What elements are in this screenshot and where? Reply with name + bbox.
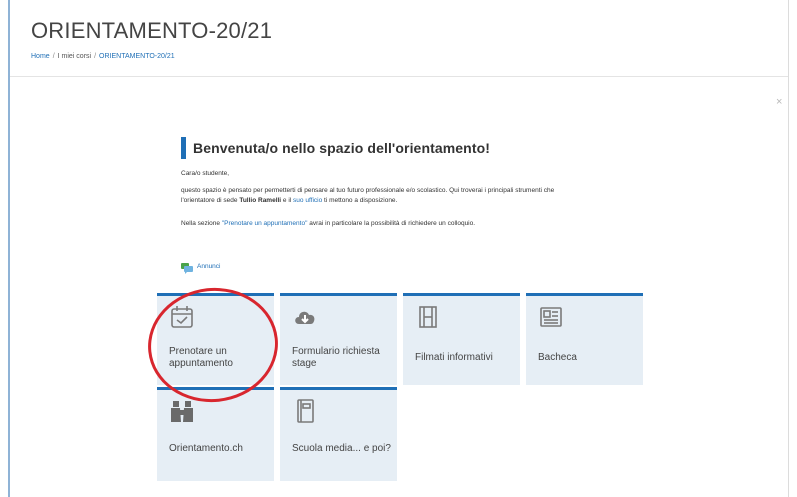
- window-left-border: [8, 0, 10, 497]
- cloud-download-icon: [292, 304, 318, 330]
- intro-line-3-prefix: Nella sezione: [181, 220, 222, 227]
- office-link[interactable]: suo ufficio: [293, 197, 322, 204]
- intro-line-1: questo spazio è pensato per permetterti …: [181, 187, 555, 194]
- intro-line-2: l'orientatore di sede Tullio Ramelli e i…: [181, 196, 397, 206]
- breadcrumb-separator: /: [94, 53, 97, 60]
- tile-label: Orientamento.ch: [169, 443, 243, 454]
- title-accent-bar: [181, 137, 186, 159]
- tile-label: Bacheca: [538, 352, 577, 363]
- film-icon: [415, 304, 441, 330]
- breadcrumb-current-course[interactable]: ORIENTAMENTO-20/21: [99, 53, 175, 60]
- breadcrumb-my-courses[interactable]: I miei corsi: [58, 53, 91, 60]
- tile-prenotare-appuntamento[interactable]: Prenotare un appuntamento: [157, 293, 274, 385]
- page-title: ORIENTAMENTO-20/21: [31, 18, 273, 43]
- window-right-border: [788, 0, 789, 497]
- tile-orientamento-ch[interactable]: Orientamento.ch: [157, 387, 274, 481]
- intro-line-2-mid: e il: [281, 197, 294, 204]
- close-icon[interactable]: ×: [776, 96, 782, 108]
- tile-label-line2: appuntamento: [169, 358, 233, 369]
- tile-label: Scuola media... e poi?: [292, 443, 391, 454]
- intro-line-2-prefix: l'orientatore di sede: [181, 197, 240, 204]
- breadcrumb-separator: /: [52, 53, 55, 60]
- appointment-section-link[interactable]: "Prenotare un appuntamento": [222, 220, 308, 227]
- welcome-title: Benvenuta/o nello spazio dell'orientamen…: [193, 140, 491, 156]
- tile-filmati-informativi[interactable]: Filmati informativi: [403, 293, 520, 385]
- tile-scuola-media[interactable]: Scuola media... e poi?: [280, 387, 397, 481]
- book-icon: [292, 398, 318, 424]
- tile-label-line1: Prenotare un: [169, 346, 227, 357]
- newspaper-icon: [538, 304, 564, 330]
- tile-bacheca[interactable]: Bacheca: [526, 293, 643, 385]
- tile-formulario-stage[interactable]: Formulario richiesta stage: [280, 293, 397, 385]
- breadcrumb: Home / I miei corsi / ORIENTAMENTO-20/21: [31, 53, 175, 60]
- tile-label: Filmati informativi: [415, 352, 493, 363]
- tile-label-line2: stage: [292, 358, 317, 369]
- annunci-link[interactable]: Annunci: [181, 261, 221, 274]
- intro-line-2-suffix: ti mettono a disposizione.: [322, 197, 398, 204]
- binoculars-icon: [169, 398, 195, 424]
- annunci-label: Annunci: [197, 262, 221, 270]
- breadcrumb-home[interactable]: Home: [31, 53, 50, 60]
- calendar-check-icon: [169, 304, 195, 330]
- intro-line-3: Nella sezione "Prenotare un appuntamento…: [181, 219, 475, 229]
- header-divider: [10, 76, 788, 77]
- counselor-name: Tullio Ramelli: [239, 197, 282, 204]
- forum-icon: [181, 261, 193, 274]
- page-header: ORIENTAMENTO-20/21 Home / I miei corsi / ORI…: [10, 0, 788, 70]
- intro-line-3-suffix: avrai in particolare la possibilità di r…: [307, 220, 476, 227]
- greeting-text: Cara/o studente,: [181, 170, 230, 177]
- tile-label-line1: Formulario richiesta: [292, 346, 380, 357]
